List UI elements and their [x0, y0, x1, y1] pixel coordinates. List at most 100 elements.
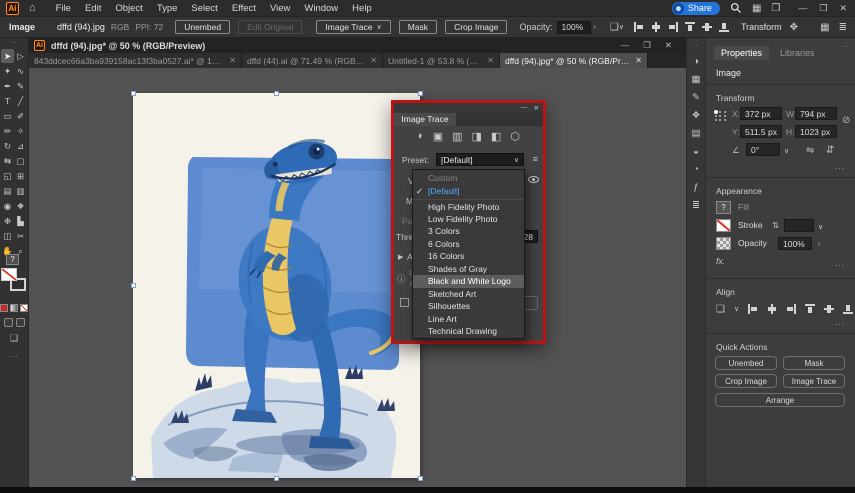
- paintbrush-tool-icon[interactable]: ✐: [14, 109, 27, 123]
- width-tool-icon[interactable]: ⇆: [1, 154, 14, 168]
- eyedropper-tool-icon[interactable]: ◉: [1, 199, 14, 213]
- image-trace-titlebar[interactable]: — ✕: [394, 103, 543, 113]
- fill-none-swatch[interactable]: [1, 268, 17, 281]
- menu-view[interactable]: View: [264, 2, 296, 15]
- rotate-chevron-icon[interactable]: ∨: [784, 147, 789, 155]
- menu-object[interactable]: Object: [109, 2, 148, 15]
- menu-edit[interactable]: Edit: [79, 2, 107, 15]
- gradient-tool-icon[interactable]: ▥: [14, 184, 27, 198]
- align-horizontal-right-icon[interactable]: [668, 22, 678, 32]
- align-vertical-center-icon[interactable]: [701, 22, 712, 32]
- selection-handle[interactable]: [417, 475, 423, 481]
- panel-menu-icon[interactable]: ≣: [839, 22, 847, 33]
- preset-option[interactable]: ✓ [Default]: [413, 185, 524, 198]
- workspace-switcher-icon[interactable]: ▦: [752, 3, 761, 14]
- rotate-tool-icon[interactable]: ↻: [1, 139, 14, 153]
- doc-close-icon[interactable]: ✕: [665, 40, 672, 51]
- document-tab[interactable]: 843ddcec66a3ba939158ac13f3ba0527.ai* @ 1…: [29, 53, 242, 68]
- panel-opacity-label[interactable]: Opacity: [738, 238, 767, 248]
- document-tab[interactable]: dffd (94).jpg* @ 50 % (RGB/Preview) ✕: [500, 53, 648, 68]
- qa-crop-image-button[interactable]: Crop Image: [715, 374, 777, 388]
- none-button[interactable]: [20, 304, 28, 312]
- share-button[interactable]: ☻ Share: [671, 1, 720, 15]
- preset-option[interactable]: 16 Colors: [413, 250, 524, 263]
- transparency-panel-icon[interactable]: ◔: [693, 164, 699, 175]
- stroke-chevron-icon[interactable]: ∨: [818, 223, 823, 231]
- y-field[interactable]: 511.5 px: [740, 125, 782, 138]
- crop-image-button[interactable]: Crop Image: [445, 20, 508, 34]
- stroke-label[interactable]: Stroke: [738, 220, 763, 230]
- align-vertical-top-icon[interactable]: [684, 22, 695, 32]
- toolbar-more-dots[interactable]: ...: [0, 351, 28, 361]
- window-restore-icon[interactable]: ❐: [819, 3, 827, 14]
- window-minimize-icon[interactable]: —: [798, 3, 807, 14]
- flip-horizontal-icon[interactable]: ⇋: [806, 145, 814, 156]
- doc-restore-icon[interactable]: ❐: [643, 40, 651, 51]
- color-panel-icon[interactable]: ◑: [693, 56, 699, 67]
- h-field[interactable]: 1023 px: [795, 125, 837, 138]
- opacity-more-icon[interactable]: ›: [818, 241, 820, 248]
- artboard[interactable]: [133, 93, 420, 478]
- tab-close-icon[interactable]: ✕: [229, 56, 236, 65]
- opacity-swatch[interactable]: [716, 237, 731, 250]
- align-vertical-bottom-icon[interactable]: [718, 22, 729, 32]
- menu-window[interactable]: Window: [298, 2, 344, 15]
- swatches-panel-icon[interactable]: ▦: [692, 74, 701, 85]
- direct-selection-tool-icon[interactable]: ▷: [14, 49, 27, 63]
- fill-swatch[interactable]: ?: [716, 201, 731, 214]
- doc-minimize-icon[interactable]: —: [621, 40, 630, 51]
- tab-properties[interactable]: Properties: [714, 46, 770, 60]
- curvature-tool-icon[interactable]: ✎: [14, 79, 27, 93]
- preset-select[interactable]: [Default] ∨: [436, 153, 524, 166]
- menu-help[interactable]: Help: [346, 2, 378, 15]
- align-vertical-center-icon[interactable]: [824, 304, 835, 314]
- selection-handle[interactable]: [130, 90, 136, 96]
- qa-mask-button[interactable]: Mask: [783, 356, 845, 370]
- qa-image-trace-button[interactable]: Image Trace: [783, 374, 845, 388]
- symbols-panel-icon[interactable]: ❖: [692, 110, 701, 121]
- align-to-chevron-icon[interactable]: ∨: [619, 23, 624, 31]
- advanced-arrow-icon[interactable]: ▶: [398, 253, 403, 261]
- symbol-sprayer-tool-icon[interactable]: ❉: [1, 214, 14, 228]
- opacity-field[interactable]: 100%: [556, 20, 591, 34]
- opacity-expand-icon[interactable]: ›: [594, 24, 596, 31]
- preset-option[interactable]: 6 Colors: [413, 238, 524, 251]
- selection-handle[interactable]: [130, 283, 136, 288]
- panel-collapse-dots[interactable]: ..: [843, 40, 849, 49]
- gradient-button[interactable]: [10, 304, 18, 312]
- tab-close-icon[interactable]: ✕: [635, 56, 642, 65]
- align-horizontal-left-icon[interactable]: [748, 304, 758, 314]
- preset-option[interactable]: Technical Drawing: [413, 325, 524, 338]
- preset-auto-color-icon[interactable]: ◗: [417, 130, 424, 143]
- shaper-tool-icon[interactable]: ✧: [14, 124, 27, 138]
- menu-type[interactable]: Type: [151, 2, 184, 15]
- preset-option[interactable]: Silhouettes: [413, 300, 524, 313]
- align-horizontal-center-icon[interactable]: [651, 22, 661, 32]
- toolbar-drag-dots[interactable]: ..: [0, 37, 28, 47]
- preset-option[interactable]: Black and White Logo: [413, 275, 524, 288]
- window-close-icon[interactable]: ✕: [839, 3, 847, 14]
- align-vertical-bottom-icon[interactable]: [843, 304, 854, 314]
- stroke-weight-field[interactable]: [784, 219, 814, 232]
- canvas-pasteboard[interactable]: [29, 68, 686, 487]
- stroke-swatch[interactable]: [716, 219, 731, 232]
- column-graph-tool-icon[interactable]: ▙: [14, 214, 27, 228]
- align-horizontal-right-icon[interactable]: [786, 304, 797, 314]
- reference-point-locator[interactable]: [714, 109, 727, 122]
- align-horizontal-center-icon[interactable]: [767, 304, 777, 314]
- preset-black-white-icon[interactable]: ◧: [491, 130, 501, 143]
- preset-option[interactable]: High Fidelity Photo: [413, 199, 524, 213]
- preset-outline-icon[interactable]: ⬡: [510, 130, 520, 143]
- shape-builder-tool-icon[interactable]: ◱: [1, 169, 14, 183]
- selection-handle[interactable]: [417, 90, 423, 96]
- qa-arrange-button[interactable]: Arrange: [715, 393, 845, 407]
- home-icon[interactable]: ⌂: [29, 2, 36, 14]
- brushes-panel-icon[interactable]: ✎: [692, 92, 700, 103]
- fx-button[interactable]: fx.: [716, 256, 725, 266]
- stroke-weight-stepper-icon[interactable]: ⇅: [772, 220, 779, 231]
- preset-option[interactable]: Low Fidelity Photo: [413, 213, 524, 226]
- preset-low-color-icon[interactable]: ▥: [452, 130, 462, 143]
- artboard-tool-icon[interactable]: ◫: [1, 229, 14, 243]
- tab-libraries[interactable]: Libraries: [773, 46, 822, 60]
- image-trace-tab[interactable]: Image Trace: [394, 113, 456, 126]
